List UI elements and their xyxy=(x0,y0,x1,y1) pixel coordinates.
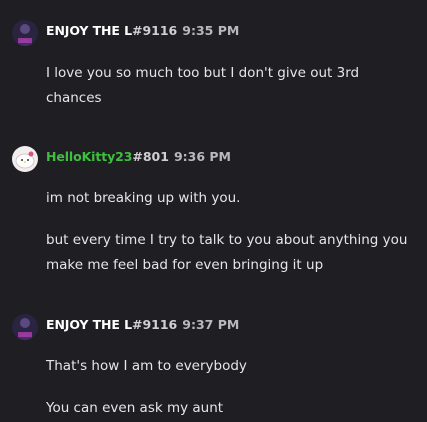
hello-kitty-avatar-icon[interactable] xyxy=(12,146,38,172)
message-header: ENJOY THE L #9116 9:35 PM xyxy=(46,23,239,43)
message-header: ENJOY THE L #9116 9:37 PM xyxy=(46,317,239,337)
timestamp: 9:37 PM xyxy=(182,317,240,332)
username[interactable]: ENJOY THE L xyxy=(46,23,132,38)
dark-avatar-icon[interactable] xyxy=(12,314,38,340)
message-text: im not breaking up with you. xyxy=(46,190,241,206)
dark-avatar-icon[interactable] xyxy=(12,20,38,46)
username[interactable]: ENJOY THE L xyxy=(46,317,132,332)
message-header: HelloKitty23 #801 9:36 PM xyxy=(46,149,231,169)
timestamp: 9:35 PM xyxy=(182,23,240,38)
discriminator: #9116 xyxy=(131,317,178,332)
discriminator: #801 xyxy=(132,149,169,164)
message-text: You can even ask my aunt xyxy=(46,400,224,416)
discriminator: #9116 xyxy=(131,23,178,38)
message-text: I love you so much too but I don't give … xyxy=(46,65,360,106)
message-text: but every time I try to talk to you abou… xyxy=(46,232,408,273)
timestamp: 9:36 PM xyxy=(173,149,231,164)
username[interactable]: HelloKitty23 xyxy=(46,149,132,164)
message-text: That's how I am to everybody xyxy=(46,358,247,374)
